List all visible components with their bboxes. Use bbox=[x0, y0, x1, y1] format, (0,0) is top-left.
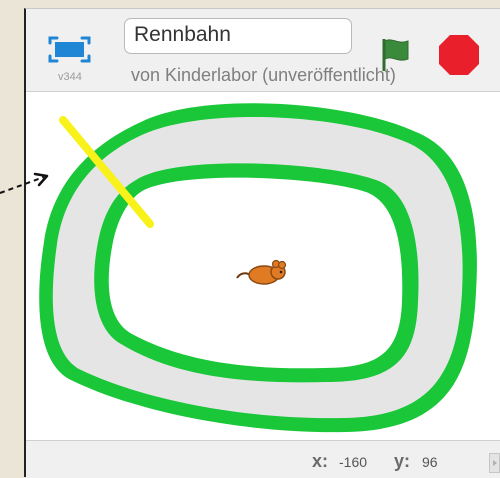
y-value: 96 bbox=[422, 454, 438, 470]
dashed-arrow-icon bbox=[0, 172, 49, 194]
stage-footer: x: -160 y: 96 bbox=[26, 441, 500, 478]
x-value: -160 bbox=[339, 454, 368, 470]
scroll-right-icon bbox=[493, 460, 497, 466]
x-label: x: bbox=[312, 451, 329, 471]
stop-icon bbox=[439, 35, 479, 75]
green-flag-button[interactable] bbox=[378, 33, 418, 77]
scroll-right-button[interactable] bbox=[489, 453, 500, 473]
stop-button[interactable] bbox=[437, 33, 481, 77]
race-track bbox=[39, 103, 477, 433]
project-byline: von Kinderlabor (unveröffentlicht) bbox=[131, 65, 396, 85]
project-player: v344 Rennbahn von Kinderlabor (unveröffe… bbox=[24, 8, 500, 478]
player-header: v344 Rennbahn von Kinderlabor (unveröffe… bbox=[26, 9, 500, 91]
version-label: v344 bbox=[58, 71, 82, 83]
green-flag-icon bbox=[382, 39, 409, 71]
stage[interactable] bbox=[26, 91, 500, 441]
y-label: y: bbox=[394, 451, 411, 471]
project-title-input[interactable]: Rennbahn bbox=[124, 18, 352, 54]
